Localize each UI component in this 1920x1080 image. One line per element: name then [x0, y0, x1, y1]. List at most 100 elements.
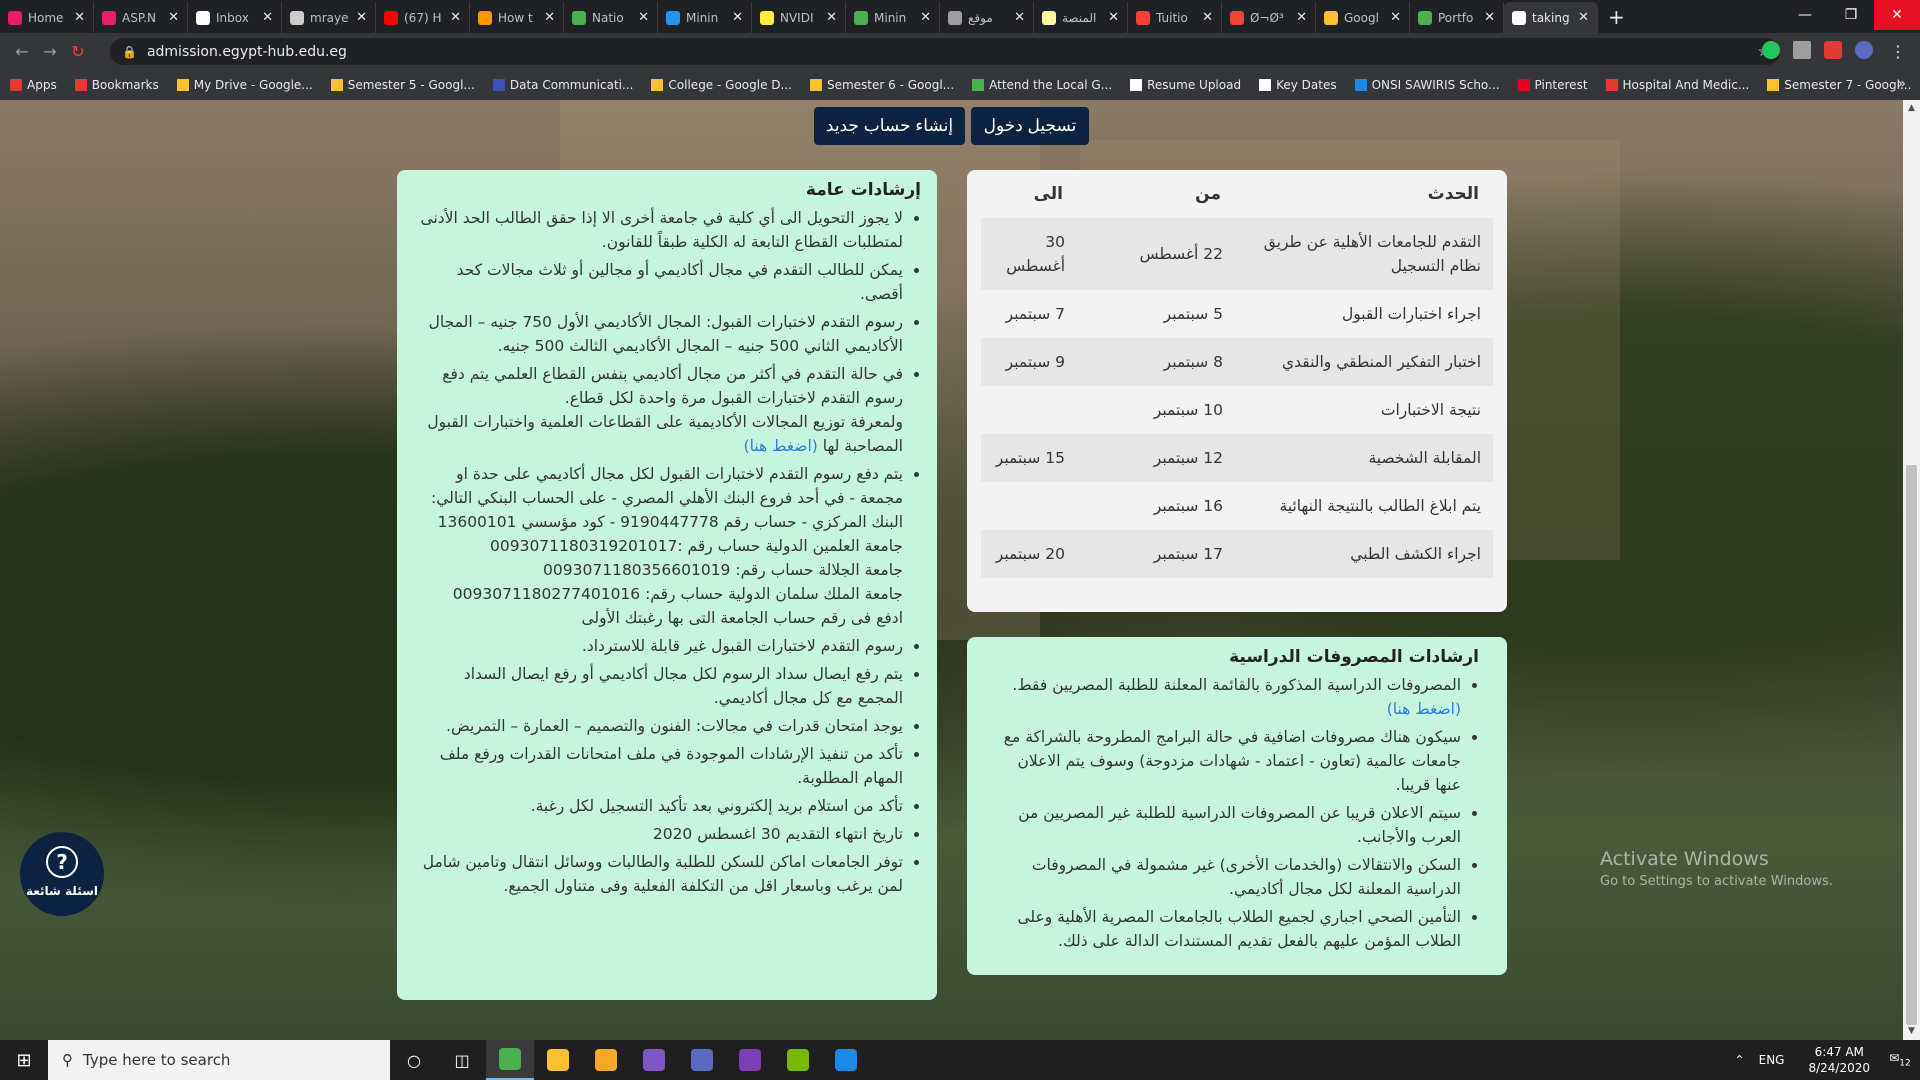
tab-close-icon[interactable]: ✕: [450, 10, 461, 25]
profile-avatar-icon[interactable]: [1855, 41, 1873, 59]
bookmark-label: ONSI SAWIRIS Scho...: [1371, 78, 1500, 92]
bookmark-item[interactable]: Semester 6 - Googl...: [809, 78, 954, 92]
close-window-button[interactable]: ✕: [1874, 0, 1920, 30]
tab-close-icon[interactable]: ✕: [1014, 10, 1025, 25]
browser-tab[interactable]: Minin ✕: [658, 2, 752, 33]
tab-close-icon[interactable]: ✕: [1578, 10, 1589, 25]
question-mark-icon: ?: [46, 846, 78, 878]
scroll-up-arrow-icon[interactable]: ▲: [1903, 100, 1920, 117]
browser-tab[interactable]: Natio ✕: [564, 2, 658, 33]
browser-tab[interactable]: ASP.N ✕: [94, 2, 188, 33]
register-button[interactable]: إنشاء حساب جديد: [814, 107, 965, 145]
tab-close-icon[interactable]: ✕: [826, 10, 837, 25]
tray-chevron-up-icon[interactable]: ⌃: [1735, 1053, 1745, 1067]
nvidia-taskbar-button[interactable]: [774, 1040, 822, 1080]
bookmark-item[interactable]: Key Dates: [1259, 78, 1337, 92]
more-bookmarks-button[interactable]: »: [1897, 76, 1906, 92]
cortana-icon[interactable]: ○: [390, 1040, 438, 1080]
browser-tab[interactable]: taking ✕: [1504, 2, 1598, 33]
browser-tab[interactable]: Ø¬Ø³ ✕: [1222, 2, 1316, 33]
scroll-down-arrow-icon[interactable]: ▼: [1903, 1023, 1920, 1040]
clock[interactable]: 6:47 AM 8/24/2020: [1808, 1044, 1870, 1076]
restore-button[interactable]: ❐: [1828, 0, 1874, 30]
tab-close-icon[interactable]: ✕: [262, 10, 273, 25]
extension-icon[interactable]: [1793, 41, 1811, 59]
taskbar-search-box[interactable]: ⚲ Type here to search: [48, 1040, 390, 1080]
browser-tab[interactable]: Inbox ✕: [188, 2, 282, 33]
tab-favicon-icon: [1324, 10, 1338, 25]
browser-menu-icon[interactable]: ⋮: [1884, 42, 1912, 61]
tab-close-icon[interactable]: ✕: [638, 10, 649, 25]
bookmark-item[interactable]: College - Google D...: [651, 78, 792, 92]
chrome-taskbar-button[interactable]: [486, 1040, 534, 1080]
bookmark-item[interactable]: Resume Upload: [1130, 78, 1241, 92]
login-button[interactable]: تسجيل دخول: [971, 107, 1089, 145]
tab-close-icon[interactable]: ✕: [1296, 10, 1307, 25]
forward-button[interactable]: →: [36, 42, 64, 61]
list-item: المصروفات الدراسية المذكورة بالقائمة الم…: [987, 673, 1461, 721]
bookmark-item[interactable]: Attend the Local G...: [972, 78, 1112, 92]
browser-tab[interactable]: NVIDI ✕: [752, 2, 846, 33]
app-purple-taskbar-button[interactable]: [630, 1040, 678, 1080]
language-indicator[interactable]: ENG: [1759, 1053, 1785, 1067]
browser-tab[interactable]: Tuitio ✕: [1128, 2, 1222, 33]
new-tab-button[interactable]: +: [1598, 2, 1635, 33]
start-button[interactable]: ⊞: [0, 1040, 48, 1080]
tab-close-icon[interactable]: ✕: [1484, 10, 1495, 25]
task-view-icon[interactable]: ◫: [438, 1040, 486, 1080]
tab-close-icon[interactable]: ✕: [920, 10, 931, 25]
notification-center-icon[interactable]: ✉12: [1880, 1051, 1920, 1068]
tab-close-icon[interactable]: ✕: [168, 10, 179, 25]
tab-close-icon[interactable]: ✕: [356, 10, 367, 25]
faq-button[interactable]: ? اسئلة شائعة: [20, 832, 104, 916]
browser-tab[interactable]: Portfo ✕: [1410, 2, 1504, 33]
fees-click-here-link[interactable]: (اضغط هنا): [1387, 700, 1461, 718]
browser-tab[interactable]: Googl ✕: [1316, 2, 1410, 33]
bookmark-item[interactable]: Data Communicati...: [492, 78, 633, 92]
list-item: السكن والانتقالات (والخدمات الأخرى) غير …: [987, 853, 1461, 901]
puzzle-extension-icon[interactable]: [1824, 41, 1842, 59]
tab-close-icon[interactable]: ✕: [732, 10, 743, 25]
tab-favicon-icon: [1136, 10, 1150, 25]
minimize-button[interactable]: —: [1782, 0, 1828, 30]
browser-tab[interactable]: Minin ✕: [846, 2, 940, 33]
from-cell: 8 سبتمبر: [1077, 338, 1235, 386]
tab-close-icon[interactable]: ✕: [544, 10, 555, 25]
bookmark-favicon-icon: [809, 79, 822, 91]
browser-tab[interactable]: How t ✕: [470, 2, 564, 33]
bookmark-label: Bookmarks: [91, 78, 159, 92]
tab-title: Minin: [686, 10, 719, 25]
reload-button[interactable]: ↻: [64, 42, 92, 61]
tab-close-icon[interactable]: ✕: [1108, 10, 1119, 25]
chrome-2-taskbar-button[interactable]: [534, 1040, 582, 1080]
scrollbar-thumb[interactable]: [1906, 465, 1917, 1025]
bookmark-item[interactable]: Apps: [10, 78, 57, 92]
bookmark-item[interactable]: Semester 7 - Googl...: [1767, 78, 1911, 92]
grammarly-extension-icon[interactable]: [1762, 41, 1780, 59]
browser-tab[interactable]: (67) H ✕: [376, 2, 470, 33]
app-discord-taskbar-button[interactable]: [678, 1040, 726, 1080]
browser-tab[interactable]: المنصة ✕: [1034, 2, 1128, 33]
bookmark-item[interactable]: My Drive - Google...: [176, 78, 313, 92]
sector-click-here-link[interactable]: (اضغط هنا): [744, 437, 818, 455]
bookmark-item[interactable]: ONSI SAWIRIS Scho...: [1354, 78, 1500, 92]
visual-studio-taskbar-button[interactable]: [726, 1040, 774, 1080]
browser-tab[interactable]: mraye ✕: [282, 2, 376, 33]
watermark-line1: Activate Windows: [1600, 848, 1769, 870]
tab-close-icon[interactable]: ✕: [1202, 10, 1213, 25]
tab-close-icon[interactable]: ✕: [74, 10, 85, 25]
list-item: تأكد من تنفيذ الإرشادات الموجودة في ملف …: [417, 742, 903, 790]
bookmark-item[interactable]: Pinterest: [1517, 78, 1588, 92]
bookmark-item[interactable]: Hospital And Medic...: [1605, 78, 1749, 92]
file-explorer-taskbar-button[interactable]: [582, 1040, 630, 1080]
browser-tab[interactable]: Home ✕: [0, 2, 94, 33]
address-bar[interactable]: 🔒 admission.egypt-hub.edu.eg ☆: [110, 38, 1780, 65]
browser-tab[interactable]: موقع ✕: [940, 2, 1034, 33]
bookmark-item[interactable]: Semester 5 - Googl...: [330, 78, 475, 92]
photos-taskbar-button[interactable]: [822, 1040, 870, 1080]
tab-close-icon[interactable]: ✕: [1390, 10, 1401, 25]
bookmark-item[interactable]: Bookmarks: [74, 78, 159, 92]
back-button[interactable]: ←: [8, 42, 36, 61]
bookmark-favicon-icon: [10, 79, 22, 91]
lock-icon: 🔒: [122, 44, 137, 59]
